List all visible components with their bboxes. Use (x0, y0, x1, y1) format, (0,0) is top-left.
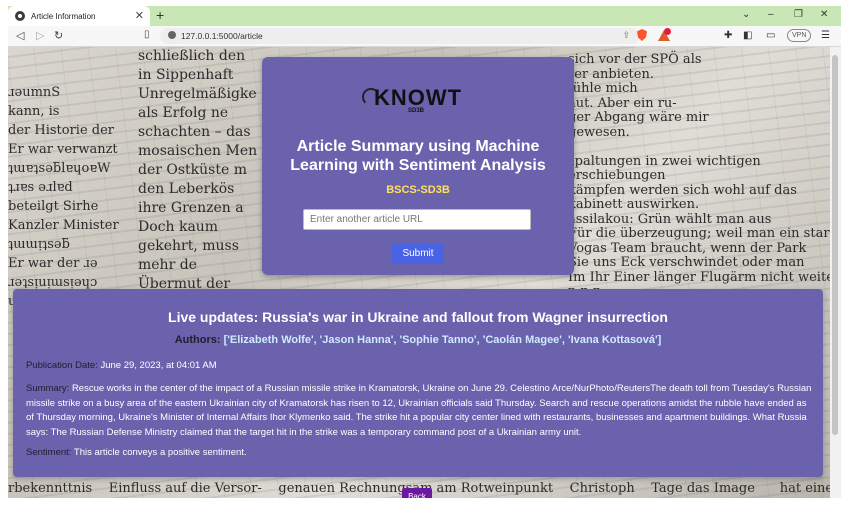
authors-row: Authors: ['Elizabeth Wolfe', 'Jason Hann… (13, 334, 823, 346)
sentiment-value: This article conveys a positive sentimen… (73, 447, 247, 458)
reload-icon[interactable]: ↻ (54, 29, 63, 42)
new-tab-button[interactable]: + (156, 7, 164, 23)
menu-icon[interactable]: ☰ (821, 30, 830, 41)
browser-window: Article Information ✕ + ⌄ – ❐ ✕ ◁ ▷ ↻ ▯ … (8, 6, 841, 498)
wallet-icon[interactable]: ▭ (766, 30, 775, 41)
tab-search-icon[interactable]: ⌄ (742, 9, 750, 20)
sentiment-row: Sentiment: This article conveys a positi… (26, 446, 816, 461)
newspaper-text-right: sich vor der SPÖ als rer anbieten. fühle… (568, 52, 830, 298)
site-info-icon[interactable] (168, 31, 176, 39)
minimize-button[interactable]: – (768, 9, 774, 20)
close-tab-icon[interactable]: ✕ (135, 9, 144, 22)
publication-date-value: June 29, 2023, at 04:01 AM (100, 360, 217, 371)
authors-value: ['Elizabeth Wolfe', 'Jason Hanna', 'Soph… (223, 334, 662, 346)
back-arrow-icon[interactable]: ◁ (16, 29, 24, 42)
authors-label: Authors: (174, 334, 221, 346)
submit-button[interactable]: Submit (392, 243, 444, 264)
summary-label: Summary: (26, 383, 70, 394)
vpn-button[interactable]: VPN (787, 29, 812, 42)
page-scrollbar[interactable] (830, 47, 841, 498)
extensions-icon[interactable]: ✚ (724, 30, 732, 41)
forward-arrow-icon[interactable]: ▷ (36, 29, 44, 42)
tab-article-information[interactable]: Article Information ✕ (8, 6, 150, 26)
url-text[interactable]: 127.0.0.1:5000/article (181, 31, 263, 41)
scrollbar-thumb[interactable] (832, 55, 838, 435)
publication-date-row: Publication Date: June 29, 2023, at 04:0… (26, 359, 816, 374)
rewards-badge (664, 28, 671, 35)
globe-icon (15, 11, 25, 21)
logo-subtext: SD3B (408, 108, 425, 114)
page-viewport: ɹǝumnS kann, is der Historie der Er war … (8, 47, 830, 498)
article-panel: Live updates: Russia's war in Ukraine an… (13, 289, 823, 477)
course-label: BSCS-SD3B (386, 184, 450, 196)
page-title: Article Summary using Machine Learning w… (290, 138, 546, 174)
sentiment-label: Sentiment: (26, 447, 72, 458)
publication-date-label: Publication Date: (26, 360, 98, 371)
share-icon[interactable]: ⇪ (622, 30, 630, 41)
summary-row: Summary: Rescue works in the center of t… (26, 382, 816, 440)
newspaper-text-left: ɹǝumnS kann, is der Historie der Er war … (8, 85, 119, 309)
article-url-input[interactable] (303, 209, 531, 230)
summary-text: Rescue works in the center of the impact… (26, 383, 812, 438)
sidebar-icon[interactable]: ◧ (743, 30, 752, 41)
tab-title: Article Information (31, 11, 96, 21)
browser-toolbar: ◁ ▷ ↻ ▯ 127.0.0.1:5000/article ⇪ ✚ ◧ ▭ V… (8, 26, 841, 47)
back-button[interactable]: Back (402, 488, 432, 498)
knowt-logo: KNOWT SD3B (362, 85, 468, 115)
address-bar[interactable]: 127.0.0.1:5000/article ⇪ (160, 28, 640, 44)
header-card: KNOWT SD3B Article Summary using Machine… (262, 57, 574, 275)
article-title: Live updates: Russia's war in Ukraine an… (168, 309, 668, 325)
restore-button[interactable]: ❐ (794, 9, 803, 20)
close-window-button[interactable]: ✕ (820, 9, 828, 20)
tab-strip: Article Information ✕ + ⌄ – ❐ ✕ (8, 6, 841, 26)
bookmark-icon[interactable]: ▯ (144, 29, 150, 40)
